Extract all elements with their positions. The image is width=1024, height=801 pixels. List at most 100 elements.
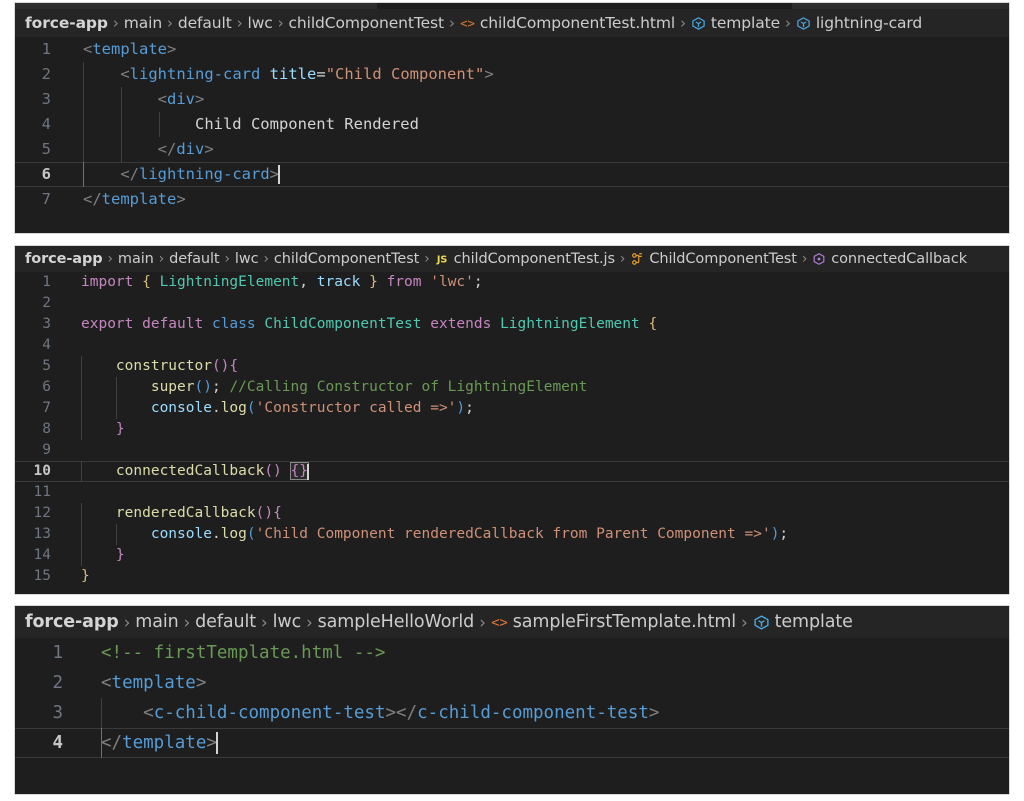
code-line[interactable]: 14 } bbox=[15, 545, 1009, 566]
breadcrumb-item-main[interactable]: main bbox=[124, 14, 162, 32]
breadcrumb-item-force-app[interactable]: force-app bbox=[25, 612, 119, 632]
breadcrumb-item-label: main bbox=[135, 612, 179, 632]
code-content[interactable]: <!-- firstTemplate.html --> bbox=[77, 638, 1009, 668]
tab-strip-segment-active[interactable] bbox=[377, 3, 792, 9]
code-line[interactable]: 5 </div> bbox=[15, 137, 1009, 162]
breadcrumb-item-lwc[interactable]: lwc bbox=[247, 14, 272, 32]
code-content[interactable]: } bbox=[63, 566, 1009, 587]
code-line[interactable]: 7 </template> bbox=[15, 187, 1009, 212]
code-content[interactable]: <div> bbox=[63, 87, 1009, 112]
code-line[interactable]: 4 </template> bbox=[15, 728, 1009, 758]
code-content[interactable]: constructor(){ bbox=[63, 356, 1009, 377]
class-symbol-icon bbox=[630, 252, 644, 266]
breadcrumb[interactable]: force-app › main › default › lwc › childComponen… bbox=[15, 9, 1009, 37]
breadcrumb-item-force-app[interactable]: force-app bbox=[25, 14, 108, 32]
code-content[interactable]: connectedCallback() {} bbox=[63, 461, 1009, 482]
breadcrumb-item-lwc[interactable]: lwc bbox=[273, 612, 302, 632]
code-content[interactable]: <c-child-component-test></c-child-compon… bbox=[77, 698, 1009, 728]
tab-strip-segment[interactable] bbox=[15, 3, 377, 9]
breadcrumb-item-template[interactable]: template bbox=[691, 14, 780, 32]
breadcrumb-item-childcomponenttest-js[interactable]: JS childComponentTest.js bbox=[435, 251, 615, 267]
line-number: 6 bbox=[41, 165, 51, 183]
code-line[interactable]: 2 <template> bbox=[15, 668, 1009, 698]
breadcrumb-item-template[interactable]: template bbox=[753, 612, 853, 632]
code-line[interactable]: 3 <c-child-component-test></c-child-comp… bbox=[15, 698, 1009, 728]
breadcrumb-item-childcomponenttest-html[interactable]: <> childComponentTest.html bbox=[460, 14, 675, 32]
breadcrumb-separator-icon: › bbox=[306, 612, 313, 632]
tag-bracket: < bbox=[101, 673, 112, 693]
svg-text:JS: JS bbox=[435, 255, 446, 266]
tab-strip-segment[interactable] bbox=[792, 3, 1009, 9]
indent-guide bbox=[83, 62, 84, 87]
code-line[interactable]: 4 Child Component Rendered bbox=[15, 112, 1009, 137]
breadcrumb-item-label: connectedCallback bbox=[831, 251, 968, 267]
breadcrumb-item-samplefirsttemplate-html[interactable]: <> sampleFirstTemplate.html bbox=[491, 612, 736, 632]
code-editor[interactable]: 1 <!-- firstTemplate.html --> 2 <template> 3… bbox=[15, 638, 1009, 758]
breadcrumb-item-label: childComponentTest bbox=[288, 14, 445, 32]
breadcrumb-item-label: template bbox=[774, 612, 853, 632]
code-line[interactable]: 3 export default class ChildComponentTest… bbox=[15, 314, 1009, 335]
code-line[interactable]: 6 super(); //Calling Constructor of Ligh… bbox=[15, 377, 1009, 398]
breadcrumb-item-childcomponenttest[interactable]: ChildComponentTest bbox=[630, 251, 797, 267]
breadcrumb-item-label: lwc bbox=[247, 14, 273, 32]
breadcrumb[interactable]: force-app › main › default › lwc › childComponen… bbox=[15, 246, 1009, 272]
code-line[interactable]: 13 console.log('Child Component rendered… bbox=[15, 524, 1009, 545]
breadcrumb-item-main[interactable]: main bbox=[135, 612, 178, 632]
breadcrumb-item-childcomponenttest[interactable]: childComponentTest bbox=[274, 251, 419, 267]
code-line[interactable]: 1 <template> bbox=[15, 37, 1009, 62]
code-line[interactable]: 8 } bbox=[15, 419, 1009, 440]
code-line[interactable]: 3 <div> bbox=[15, 87, 1009, 112]
breadcrumb-item-default[interactable]: default bbox=[169, 251, 219, 267]
code-line[interactable]: 5 constructor(){ bbox=[15, 356, 1009, 377]
breadcrumb-item-force-app[interactable]: force-app bbox=[25, 251, 103, 267]
code-editor[interactable]: 1 import { LightningElement, track } from… bbox=[15, 272, 1009, 587]
breadcrumb-item-lwc[interactable]: lwc bbox=[235, 251, 259, 267]
code-tokens: } bbox=[81, 421, 125, 437]
indent-guide bbox=[101, 728, 102, 758]
code-line[interactable]: 2 bbox=[15, 293, 1009, 314]
code-content[interactable]: import { LightningElement, track } from … bbox=[63, 272, 1009, 293]
breadcrumb-item-childcomponenttest[interactable]: childComponentTest bbox=[289, 14, 445, 32]
tag-bracket: > bbox=[167, 40, 177, 58]
code-content[interactable]: <template> bbox=[63, 37, 1009, 62]
code-line[interactable]: 15} bbox=[15, 566, 1009, 587]
breadcrumb-item-main[interactable]: main bbox=[118, 251, 154, 267]
code-content[interactable]: </lightning-card> bbox=[63, 162, 1009, 187]
indent-guide bbox=[81, 356, 82, 377]
code-content[interactable]: Child Component Rendered bbox=[63, 112, 1009, 137]
indent-guide bbox=[81, 377, 82, 398]
breadcrumb[interactable]: force-app › main › default › lwc › sampleHelloWo… bbox=[15, 606, 1009, 638]
code-content[interactable]: } bbox=[63, 419, 1009, 440]
breadcrumb-item-default[interactable]: default bbox=[195, 612, 256, 632]
code-content[interactable]: console.log('Constructor called =>'); bbox=[63, 398, 1009, 419]
code-line[interactable]: 11 bbox=[15, 482, 1009, 503]
code-content[interactable]: </template> bbox=[77, 728, 1009, 758]
tab-strip[interactable] bbox=[15, 3, 1009, 9]
code-line[interactable]: 10 connectedCallback() {} bbox=[15, 461, 1009, 482]
code-line[interactable]: 6 </lightning-card> bbox=[15, 162, 1009, 187]
breadcrumb-item-samplehelloworld[interactable]: sampleHelloWorld bbox=[318, 612, 475, 632]
code-line[interactable]: 1 import { LightningElement, track } from… bbox=[15, 272, 1009, 293]
code-line[interactable]: 2 <lightning-card title="Child Component… bbox=[15, 62, 1009, 87]
code-content[interactable]: export default class ChildComponentTest … bbox=[63, 314, 1009, 335]
code-content[interactable]: super(); //Calling Constructor of Lightn… bbox=[63, 377, 1009, 398]
tag-name: div bbox=[176, 140, 205, 158]
code-content[interactable]: </div> bbox=[63, 137, 1009, 162]
code-content[interactable]: renderedCallback(){ bbox=[63, 503, 1009, 524]
code-line[interactable]: 12 renderedCallback(){ bbox=[15, 503, 1009, 524]
method-name: log bbox=[220, 526, 247, 542]
breadcrumb-item-default[interactable]: default bbox=[178, 14, 232, 32]
code-content[interactable]: console.log('Child Component renderedCal… bbox=[63, 524, 1009, 545]
code-editor[interactable]: 1 <template> 2 <lightning-card title="Chil… bbox=[15, 37, 1009, 212]
code-content[interactable]: <lightning-card title="Child Component"> bbox=[63, 62, 1009, 87]
code-content[interactable]: </template> bbox=[63, 187, 1009, 212]
code-content[interactable]: <template> bbox=[77, 668, 1009, 698]
breadcrumb-item-connectedcallback[interactable]: connectedCallback bbox=[812, 251, 967, 267]
code-line[interactable]: 9 bbox=[15, 440, 1009, 461]
code-line[interactable]: 4 bbox=[15, 335, 1009, 356]
code-content[interactable]: } bbox=[63, 545, 1009, 566]
code-line[interactable]: 1 <!-- firstTemplate.html --> bbox=[15, 638, 1009, 668]
breadcrumb-item-lightning-card[interactable]: lightning-card bbox=[796, 14, 922, 32]
code-line[interactable]: 7 console.log('Constructor called =>'); bbox=[15, 398, 1009, 419]
